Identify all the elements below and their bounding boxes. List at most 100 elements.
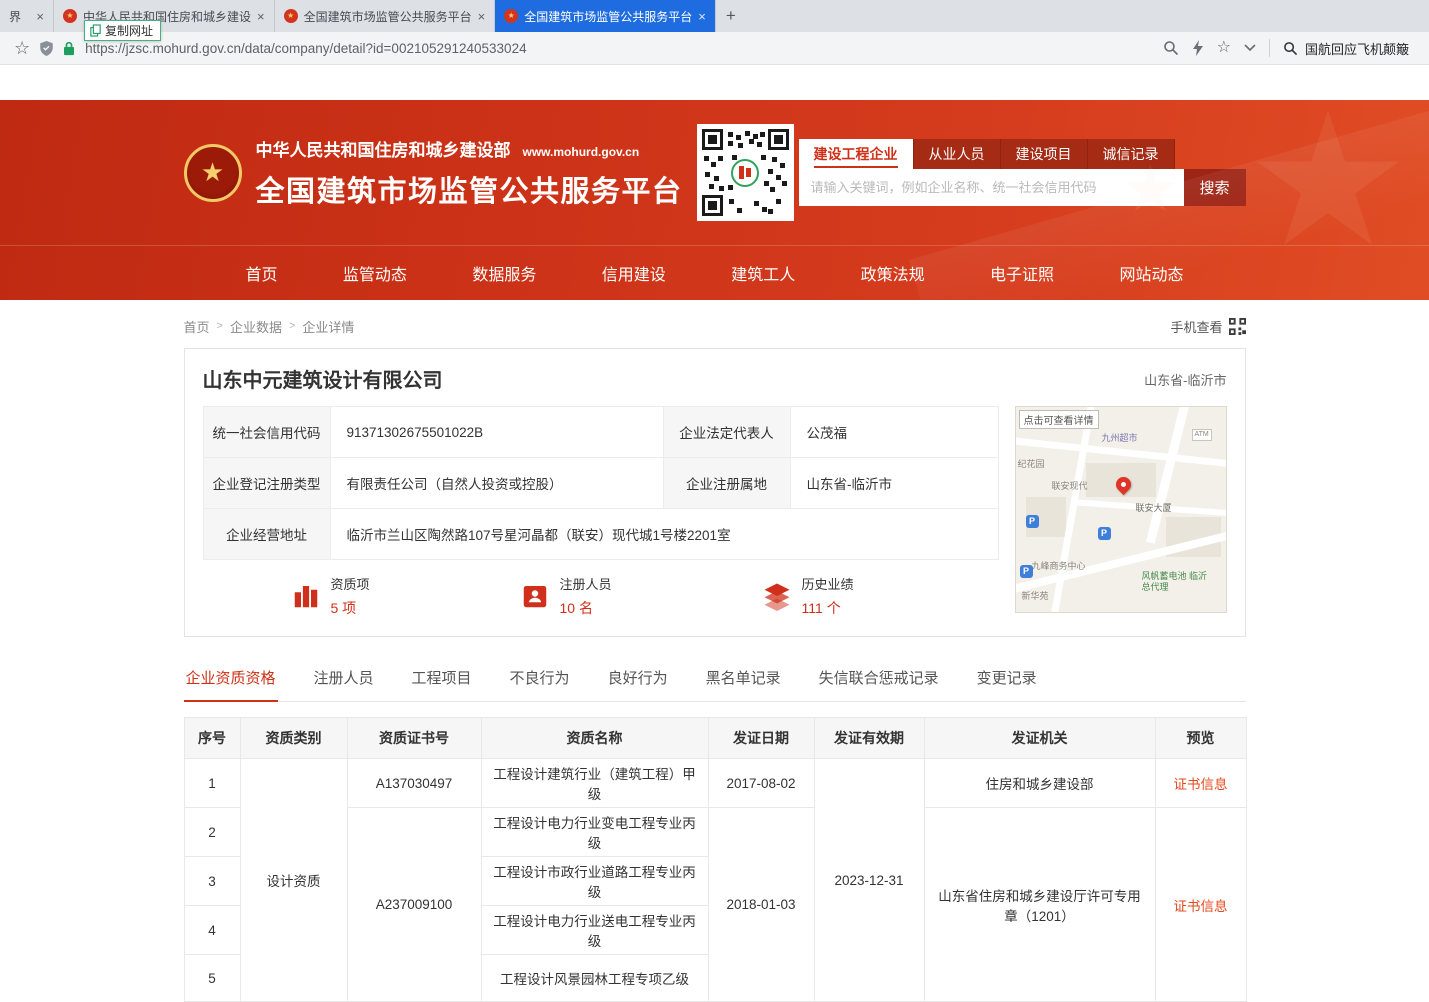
- chevron-down-icon[interactable]: [1244, 44, 1256, 52]
- info-label: 企业经营地址: [203, 509, 330, 560]
- reg-type-value: 有限责任公司（自然人投资或控股）: [330, 458, 663, 509]
- tab-title: 全国建筑市场监管公共服务平台: [304, 8, 472, 25]
- site-favicon-icon: ★: [63, 9, 77, 23]
- layers-icon: [762, 581, 792, 611]
- nav-item-policy[interactable]: 政策法规: [861, 261, 925, 285]
- map-place-label: 九峰商务中心: [1032, 559, 1086, 572]
- add-bookmark-icon[interactable]: ☆: [1217, 40, 1231, 56]
- cell-qual-name: 工程设计建筑行业（建筑工程）甲级: [481, 759, 708, 808]
- emblem-star-icon: ★: [201, 157, 224, 188]
- zoom-icon[interactable]: [1163, 40, 1179, 56]
- credit-code-value: 91371302675501022B: [330, 407, 663, 458]
- table-row: 1 设计资质 A137030497 工程设计建筑行业（建筑工程）甲级 2017-…: [184, 759, 1246, 808]
- browser-tab-bar: 界 × ★ 中华人民共和国住房和城乡建设 × ★ 全国建筑市场监管公共服务平台 …: [0, 0, 1429, 32]
- map-place-label: 新华苑: [1022, 589, 1049, 602]
- bookmark-star-icon[interactable]: ☆: [14, 39, 30, 57]
- stat-historical-performance[interactable]: 历史业绩 111 个: [762, 574, 854, 618]
- ministry-url: www.mohurd.gov.cn: [523, 145, 640, 159]
- cell-authority: 住房和城乡建设部: [924, 759, 1155, 808]
- certificate-info-link[interactable]: 证书信息: [1174, 899, 1228, 914]
- breadcrumb-row: 首页 > 企业数据 > 企业详情 手机查看: [184, 315, 1246, 337]
- cell-qual-name: 工程设计市政行业道路工程专业丙级: [481, 857, 708, 906]
- cell-qual-name: 工程设计电力行业变电工程专业丙级: [481, 808, 708, 857]
- cell-no: 1: [184, 759, 240, 808]
- tab-blacklist[interactable]: 黑名单记录: [704, 659, 783, 701]
- search-input[interactable]: [799, 169, 1184, 206]
- tab-close-icon[interactable]: ×: [698, 9, 706, 24]
- url-field[interactable]: https://jzsc.mohurd.gov.cn/data/company/…: [85, 41, 1153, 56]
- parking-icon: P: [1020, 565, 1033, 578]
- nav-item-e-license[interactable]: 电子证照: [990, 261, 1054, 285]
- col-header: 序号: [184, 718, 240, 759]
- site-favicon-icon: ★: [284, 9, 298, 23]
- parking-icon: P: [1026, 515, 1039, 528]
- cell-category: 设计资质: [240, 759, 347, 1002]
- hot-search[interactable]: 国航回应飞机颠簸: [1283, 39, 1415, 58]
- breadcrumb-company-data[interactable]: 企业数据: [230, 317, 282, 336]
- cell-cert-no: A137030497: [347, 759, 481, 808]
- search-tab-personnel[interactable]: 从业人员: [914, 139, 1001, 169]
- copy-url-tooltip[interactable]: 复制网址: [84, 20, 161, 41]
- nav-item-home[interactable]: 首页: [246, 261, 278, 285]
- tab-close-icon[interactable]: ×: [36, 9, 44, 24]
- nav-item-credit[interactable]: 信用建设: [602, 261, 666, 285]
- spacer: [0, 65, 1429, 100]
- stat-label: 注册人员: [560, 574, 612, 593]
- stat-label: 资质项: [331, 574, 370, 593]
- nav-item-site-news[interactable]: 网站动态: [1119, 261, 1183, 285]
- stat-registered-personnel[interactable]: 注册人员 10 名: [520, 574, 612, 618]
- tab-close-icon[interactable]: ×: [257, 9, 265, 24]
- nav-item-supervision[interactable]: 监管动态: [343, 261, 407, 285]
- mobile-view-button[interactable]: 手机查看: [1170, 317, 1245, 336]
- stat-value: 5 项: [331, 598, 370, 618]
- cell-qual-name: 工程设计风景园林工程专项乙级: [481, 955, 708, 1002]
- national-emblem-icon: ★: [184, 144, 242, 202]
- tab-title: 全国建筑市场监管公共服务平台: [524, 8, 692, 25]
- stat-value: 111 个: [802, 598, 854, 618]
- tab-qualifications[interactable]: 企业资质资格: [184, 659, 278, 702]
- cell-qual-name: 工程设计电力行业送电工程专业丙级: [481, 906, 708, 955]
- qualification-table: 序号 资质类别 资质证书号 资质名称 发证日期 发证有效期 发证机关 预览 1 …: [184, 717, 1247, 1002]
- col-header: 资质名称: [481, 718, 708, 759]
- tab-close-icon[interactable]: ×: [478, 9, 486, 24]
- tab-bad-behavior[interactable]: 不良行为: [508, 659, 572, 701]
- search-tab-project[interactable]: 建设项目: [1001, 139, 1088, 169]
- breadcrumb-sep-icon: >: [289, 320, 295, 332]
- speed-mode-icon[interactable]: [1192, 40, 1204, 56]
- browser-tab-active[interactable]: ★ 全国建筑市场监管公共服务平台 ×: [495, 0, 716, 32]
- stat-qualifications[interactable]: 资质项 5 项: [291, 574, 370, 618]
- address-bar[interactable]: ☆ https://jzsc.mohurd.gov.cn/data/compan…: [0, 32, 1429, 65]
- tab-change-records[interactable]: 变更记录: [975, 659, 1039, 701]
- nav-item-workers[interactable]: 建筑工人: [731, 261, 795, 285]
- stat-value: 10 名: [560, 598, 612, 618]
- tab-dishonesty-records[interactable]: 失信联合惩戒记录: [817, 659, 941, 701]
- certificate-info-link[interactable]: 证书信息: [1174, 777, 1228, 792]
- reg-region-value: 山东省-临沂市: [790, 458, 998, 509]
- map-place-label: 联安大厦: [1136, 501, 1172, 514]
- company-card: 山东中元建筑设计有限公司 山东省-临沂市 统一社会信用代码 9137130267…: [184, 348, 1246, 637]
- company-map[interactable]: 点击可查看详情 ATM P P P 九州超市 纪花园 联安现代 联安大厦 九峰商…: [1015, 406, 1227, 613]
- search-button[interactable]: 搜索: [1184, 169, 1246, 206]
- company-stats: 资质项 5 项 注册人员 10 名 历史业绩 111 个: [203, 574, 999, 618]
- map-hint: 点击可查看详情: [1019, 410, 1099, 429]
- browser-tab-3[interactable]: ★ 全国建筑市场监管公共服务平台 ×: [275, 0, 496, 32]
- map-place-label: 九州超市: [1102, 431, 1138, 444]
- search-tab-enterprise[interactable]: 建设工程企业: [799, 139, 914, 169]
- browser-tab-1[interactable]: 界 ×: [0, 0, 54, 32]
- tab-projects[interactable]: 工程项目: [410, 659, 474, 701]
- info-label: 企业登记注册类型: [203, 458, 330, 509]
- tab-good-behavior[interactable]: 良好行为: [606, 659, 670, 701]
- shield-icon[interactable]: [39, 40, 54, 57]
- qualification-icon: [291, 581, 321, 611]
- atm-label: ATM: [1192, 429, 1212, 441]
- search-tab-credit[interactable]: 诚信记录: [1088, 139, 1175, 169]
- search-icon: [1283, 41, 1298, 56]
- info-label: 企业法定代表人: [663, 407, 790, 458]
- nav-item-data-service[interactable]: 数据服务: [472, 261, 536, 285]
- cell-no: 5: [184, 955, 240, 1002]
- breadcrumb-company-detail: 企业详情: [302, 317, 354, 336]
- new-tab-button[interactable]: +: [716, 0, 746, 32]
- map-place-label: 联安现代: [1052, 479, 1088, 492]
- breadcrumb-home[interactable]: 首页: [184, 317, 210, 336]
- tab-registered-personnel[interactable]: 注册人员: [312, 659, 376, 701]
